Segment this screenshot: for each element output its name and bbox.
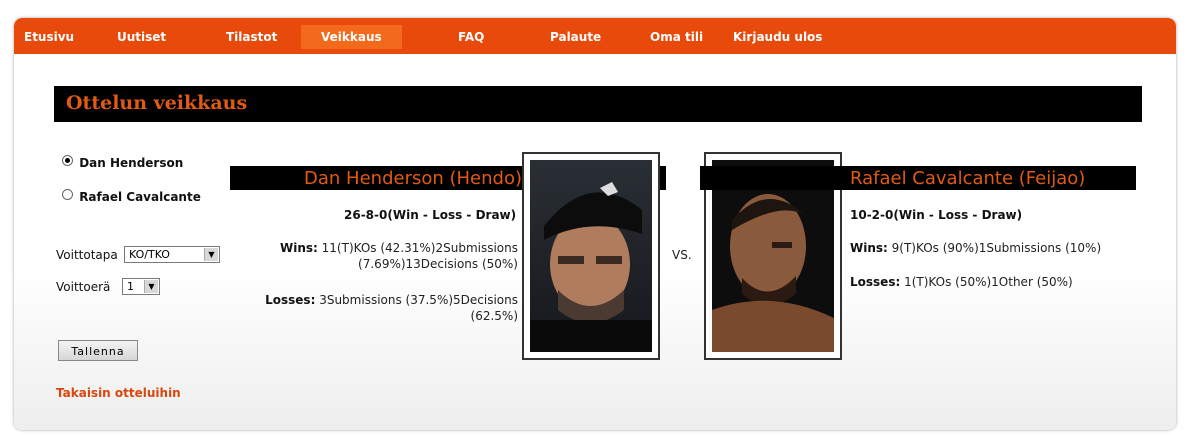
winner-option-2[interactable]: Rafael Cavalcante <box>62 189 201 204</box>
method-select-value: KO/TKO <box>129 248 170 261</box>
nav-item-etusivu[interactable]: Etusivu <box>24 30 74 44</box>
fighter1-losses-text: 3Submissions (37.5%)5Decisions (62.5%) <box>315 293 518 323</box>
fighter2-wins: Wins: 9(T)KOs (90%)1Submissions (10%) <box>850 240 1150 256</box>
round-label: Voittoerä <box>56 280 111 294</box>
radio-button-checked[interactable] <box>62 155 73 166</box>
chevron-down-icon[interactable]: ▼ <box>144 280 158 293</box>
round-select-value: 1 <box>127 280 134 293</box>
winner-option-label: Dan Henderson <box>79 156 184 170</box>
wins-label: Wins: <box>280 241 318 255</box>
fighter1-wins-text: 11(T)KOs (42.31%)2Submissions (7.69%)13D… <box>317 241 518 271</box>
title-bar: Ottelun veikkaus <box>54 86 1142 122</box>
radio-button[interactable] <box>62 189 73 200</box>
fighter2-losses-text: 1(T)KOs (50%)1Other (50%) <box>900 275 1073 289</box>
fighter1-record: 26-8-0(Win - Loss - Draw) <box>344 208 517 222</box>
round-select[interactable]: 1 ▼ <box>122 278 160 295</box>
fighter2-record: 10-2-0(Win - Loss - Draw) <box>850 208 1023 222</box>
nav-item-kirjaudu-ulos[interactable]: Kirjaudu ulos <box>733 30 822 44</box>
nav-item-tilastot[interactable]: Tilastot <box>226 30 277 44</box>
save-button[interactable]: Tallenna <box>58 340 138 361</box>
nav-item-palaute[interactable]: Palaute <box>550 30 601 44</box>
winner-option-1[interactable]: Dan Henderson <box>62 155 184 170</box>
fighter2-name-bar: Rafael Cavalcante (Feijao) <box>700 166 1136 190</box>
versus-label: VS. <box>672 248 692 262</box>
losses-label: Losses: <box>850 275 901 289</box>
page-frame: Etusivu Uutiset Tilastot Veikkaus FAQ Pa… <box>14 18 1176 430</box>
fighter2-losses: Losses: 1(T)KOs (50%)1Other (50%) <box>850 274 1150 290</box>
fighter1-losses: Losses: 3Submissions (37.5%)5Decisions (… <box>248 292 518 324</box>
fighter1-name: Dan Henderson (Hendo) <box>304 168 522 189</box>
method-select[interactable]: KO/TKO ▼ <box>124 246 220 263</box>
losses-label: Losses: <box>265 293 316 307</box>
page-title: Ottelun veikkaus <box>66 92 248 114</box>
fighter1-wins: Wins: 11(T)KOs (42.31%)2Submissions (7.6… <box>262 240 518 272</box>
nav-item-faq[interactable]: FAQ <box>458 30 484 44</box>
nav-item-oma-tili[interactable]: Oma tili <box>650 30 703 44</box>
back-to-matches-link[interactable]: Takaisin otteluihin <box>56 386 181 400</box>
wins-label: Wins: <box>850 241 888 255</box>
fighter1-photo-frame <box>522 152 660 360</box>
chevron-down-icon[interactable]: ▼ <box>204 248 218 261</box>
nav-item-veikkaus[interactable]: Veikkaus <box>301 25 402 49</box>
method-label: Voittotapa <box>56 248 118 262</box>
main-navigation: Etusivu Uutiset Tilastot Veikkaus FAQ Pa… <box>14 18 1176 54</box>
nav-item-uutiset[interactable]: Uutiset <box>117 30 166 44</box>
winner-option-label: Rafael Cavalcante <box>79 190 201 204</box>
fighter2-wins-text: 9(T)KOs (90%)1Submissions (10%) <box>887 241 1102 255</box>
fighter1-photo <box>530 160 652 352</box>
fighter2-name: Rafael Cavalcante (Feijao) <box>850 168 1086 189</box>
